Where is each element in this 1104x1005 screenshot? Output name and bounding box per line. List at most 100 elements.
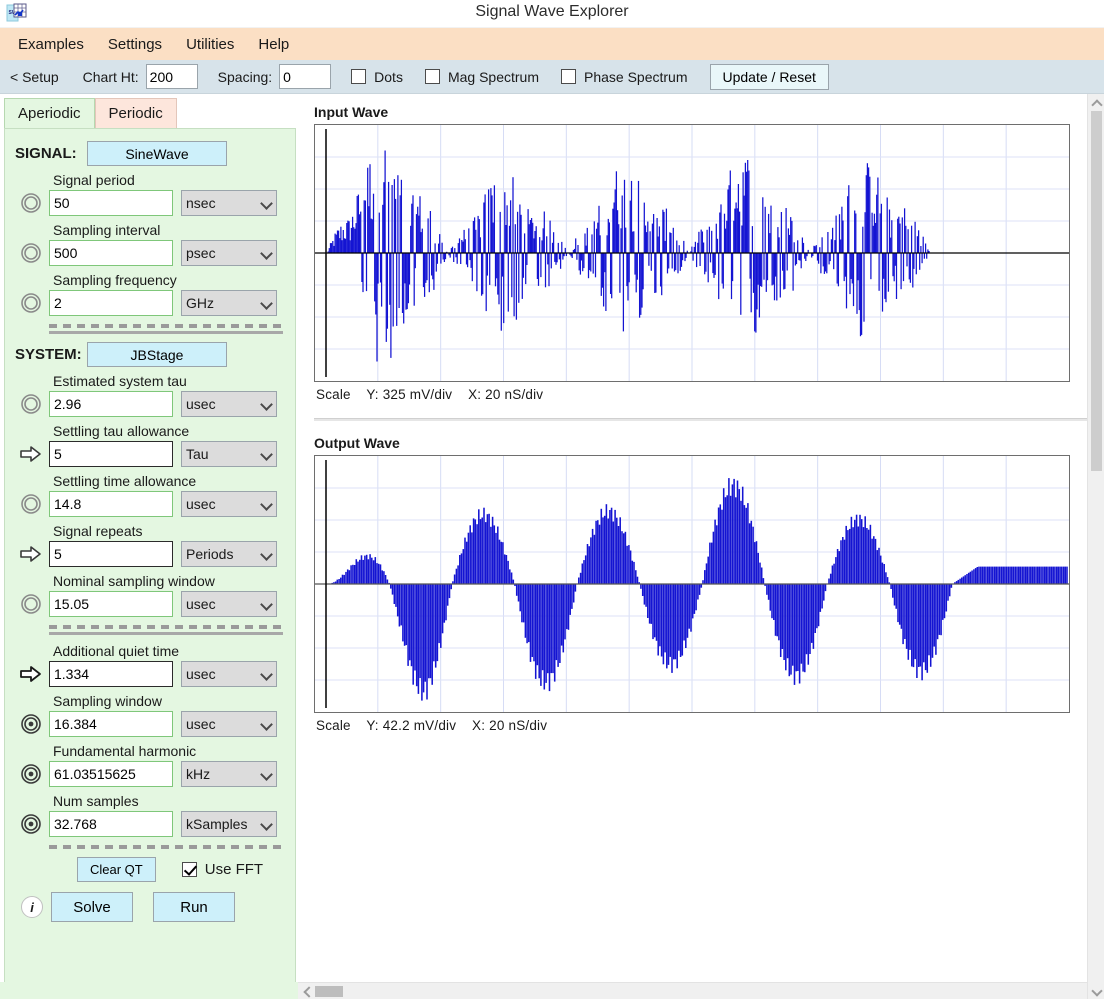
input-wave-plot[interactable] xyxy=(314,124,1070,382)
additional-quiet-time-input[interactable] xyxy=(49,661,173,687)
chart-height-label: Chart Ht: xyxy=(82,68,139,85)
num-samples-input[interactable] xyxy=(49,811,173,837)
run-button[interactable]: Run xyxy=(153,892,235,922)
additional-quiet-time-unit-value: usec xyxy=(186,666,216,682)
fundamental-harmonic-unit-select[interactable]: kHz xyxy=(181,761,277,787)
vertical-scrollbar[interactable] xyxy=(1087,94,1104,999)
fundamental-harmonic-unit-value: kHz xyxy=(186,766,211,782)
sampling-interval-input[interactable] xyxy=(49,240,173,266)
sampling-interval-label: Sampling interval xyxy=(53,222,161,238)
sampling-frequency-label: Sampling frequency xyxy=(53,272,177,288)
menu-item-help[interactable]: Help xyxy=(248,32,299,57)
signal-repeats-row: Periods xyxy=(13,541,285,567)
sampling-frequency-input[interactable] xyxy=(49,290,173,316)
additional-quiet-time-unit-select[interactable]: usec xyxy=(181,661,277,687)
horizontal-scrollbar[interactable] xyxy=(298,982,1087,999)
update-reset-button[interactable]: Update / Reset xyxy=(709,63,829,90)
signal-repeats-unit-value: Periods xyxy=(186,546,234,562)
menu-bar: Examples Settings Utilities Help xyxy=(0,28,1104,60)
section-divider-2 xyxy=(49,625,283,635)
input-scale-y: Y: 325 mV/div xyxy=(366,387,453,402)
info-icon[interactable]: i xyxy=(21,896,43,918)
circle-outline-icon[interactable] xyxy=(13,593,49,615)
arrow-right-icon[interactable] xyxy=(13,664,49,684)
signal-repeats-unit-select[interactable]: Periods xyxy=(181,541,277,567)
chart-height-input[interactable] xyxy=(145,64,198,89)
circle-outline-icon[interactable] xyxy=(13,192,49,214)
signal-period-unit-select[interactable]: nsec xyxy=(181,190,277,216)
fundamental-harmonic-row: kHz xyxy=(13,761,285,787)
nominal-sampling-window-unit-select[interactable]: usec xyxy=(181,591,277,617)
num-samples-unit-value: kSamples xyxy=(186,816,248,832)
menu-item-utilities[interactable]: Utilities xyxy=(176,32,244,57)
signal-heading: SIGNAL: xyxy=(15,145,77,162)
tab-aperiodic[interactable]: Aperiodic xyxy=(4,98,95,128)
input-scale-x: X: 20 nS/div xyxy=(468,387,544,402)
use-fft-checkbox[interactable]: Use FFT xyxy=(181,861,264,878)
use-fft-checkbox-box[interactable] xyxy=(181,862,197,877)
nominal-sampling-window-input[interactable] xyxy=(49,591,173,617)
signal-period-input[interactable] xyxy=(49,190,173,216)
system-heading: SYSTEM: xyxy=(15,346,82,363)
spacing-input[interactable] xyxy=(279,64,332,89)
scroll-down-icon[interactable] xyxy=(1088,982,1104,999)
sampling-window-input[interactable] xyxy=(49,711,173,737)
use-fft-label: Use FFT xyxy=(204,861,264,878)
settling-tau-allowance-label: Settling tau allowance xyxy=(53,423,190,439)
estimated-system-tau-input[interactable] xyxy=(49,391,173,417)
num-samples-label: Num samples xyxy=(53,793,139,809)
scroll-up-icon[interactable] xyxy=(1088,94,1104,111)
dots-checkbox-box[interactable] xyxy=(351,69,367,84)
additional-quiet-time-label: Additional quiet time xyxy=(53,643,180,659)
circle-outline-icon[interactable] xyxy=(13,242,49,264)
vertical-scroll-thumb[interactable] xyxy=(1091,111,1102,471)
settling-tau-allowance-unit-select[interactable]: Tau xyxy=(181,441,277,467)
circle-outline-icon[interactable] xyxy=(13,292,49,314)
menu-item-examples[interactable]: Examples xyxy=(8,32,94,57)
arrow-right-icon[interactable] xyxy=(13,544,49,564)
solve-button[interactable]: Solve xyxy=(51,892,133,922)
dots-checkbox[interactable]: Dots xyxy=(351,69,403,85)
tab-strip: Aperiodic Periodic xyxy=(0,94,298,128)
circle-dot-icon[interactable] xyxy=(13,713,49,735)
signal-repeats-input[interactable] xyxy=(49,541,173,567)
horizontal-scroll-thumb[interactable] xyxy=(315,986,343,997)
phase-spectrum-checkbox-box[interactable] xyxy=(561,69,576,84)
clear-qt-button[interactable]: Clear QT xyxy=(77,857,156,882)
circle-outline-icon[interactable] xyxy=(13,393,49,415)
system-type-button[interactable]: JBStage xyxy=(87,342,227,367)
tab-periodic[interactable]: Periodic xyxy=(94,98,177,128)
system-section-header: SYSTEM: JBStage xyxy=(15,342,285,367)
mag-spectrum-checkbox[interactable]: Mag Spectrum xyxy=(424,69,539,85)
menu-item-settings[interactable]: Settings xyxy=(98,32,172,57)
circle-outline-icon[interactable] xyxy=(13,493,49,515)
sampling-interval-unit-select[interactable]: psec xyxy=(181,240,277,266)
window-title: Signal Wave Explorer xyxy=(475,3,629,20)
output-wave-title: Output Wave xyxy=(314,435,400,451)
mag-spectrum-checkbox-box[interactable] xyxy=(424,69,440,84)
chevron-down-icon xyxy=(261,769,272,780)
fundamental-harmonic-input[interactable] xyxy=(49,761,173,787)
settling-time-allowance-input[interactable] xyxy=(49,491,173,517)
clear-qt-row: Clear QT Use FFT xyxy=(49,857,285,882)
section-divider xyxy=(49,324,283,334)
circle-dot-icon[interactable] xyxy=(13,813,49,835)
settling-tau-allowance-input[interactable] xyxy=(49,441,173,467)
output-scale-y: Y: 42.2 mV/div xyxy=(366,718,457,733)
chevron-down-icon xyxy=(261,819,272,830)
circle-dot-icon[interactable] xyxy=(13,763,49,785)
estimated-system-tau-unit-select[interactable]: usec xyxy=(181,391,277,417)
scroll-left-icon[interactable] xyxy=(298,983,315,1000)
chevron-down-icon xyxy=(261,248,272,259)
signal-type-button[interactable]: SineWave xyxy=(87,141,227,166)
arrow-right-icon[interactable] xyxy=(13,444,49,464)
sampling-frequency-unit-select[interactable]: GHz xyxy=(181,290,277,316)
num-samples-unit-select[interactable]: kSamples xyxy=(181,811,277,837)
section-divider-3 xyxy=(49,845,283,849)
output-wave-plot[interactable] xyxy=(314,455,1070,713)
sampling-window-unit-select[interactable]: usec xyxy=(181,711,277,737)
setup-link[interactable]: < Setup xyxy=(10,69,59,85)
phase-spectrum-checkbox[interactable]: Phase Spectrum xyxy=(561,69,688,85)
settling-time-allowance-unit-select[interactable]: usec xyxy=(181,491,277,517)
settling-time-allowance-unit-value: usec xyxy=(186,496,216,512)
